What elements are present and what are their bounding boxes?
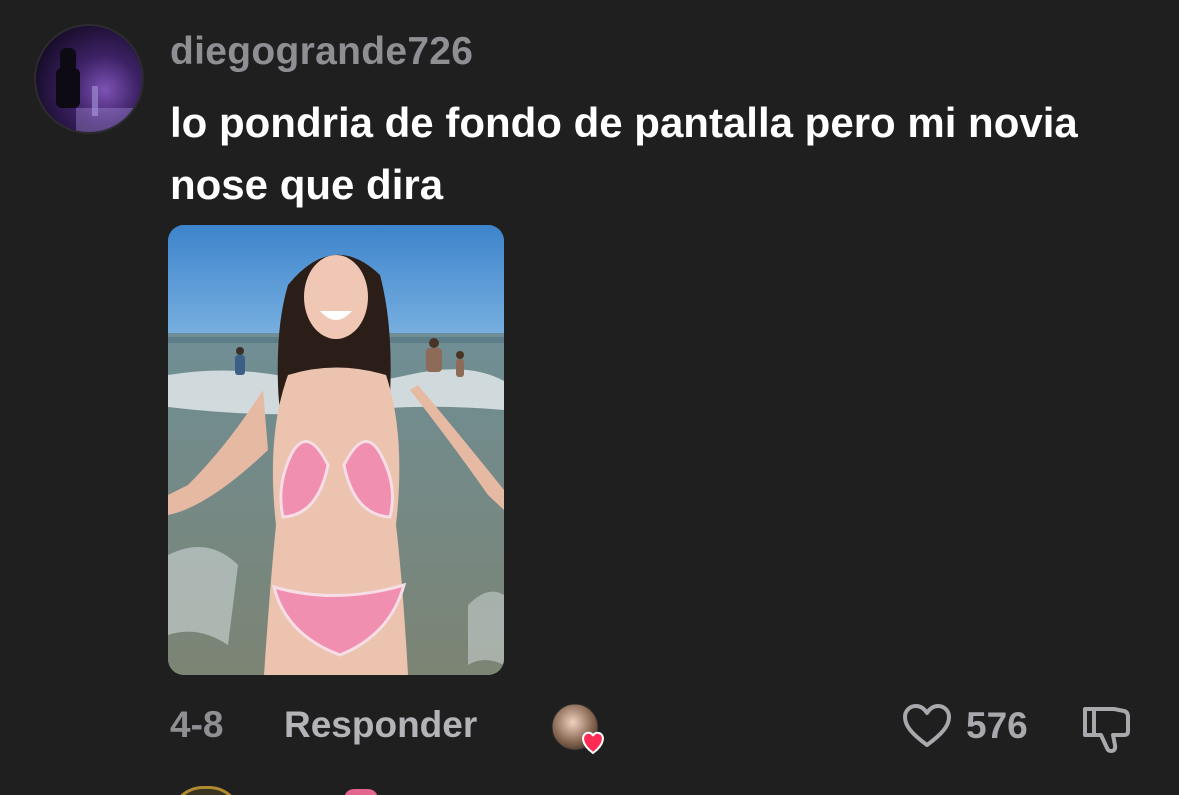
beach-photo-image [168,225,504,675]
user-avatar[interactable] [36,26,142,132]
comment-screen: diegogrande726 lo pondria de fondo de pa… [0,0,1179,795]
like-count: 576 [966,705,1028,746]
like-button[interactable]: 576 [902,700,1028,752]
comment-date: 4-8 [170,704,224,745]
avatar-image [36,26,142,132]
reply-button[interactable]: Responder [284,704,477,746]
photo-attachment[interactable] [168,225,504,675]
next-comment-avatar[interactable] [170,786,242,795]
comment-username[interactable]: diegogrande726 [170,30,473,74]
dislike-button[interactable] [1080,701,1134,755]
heart-outline-icon[interactable] [902,703,952,749]
thumbs-down-icon[interactable] [1080,701,1134,755]
creator-avatar-heart-icon [551,703,611,755]
next-comment-badge [344,789,378,795]
comment-text: lo pondria de fondo de pantalla pero mi … [170,99,1078,208]
creator-liked-badge [551,703,604,755]
